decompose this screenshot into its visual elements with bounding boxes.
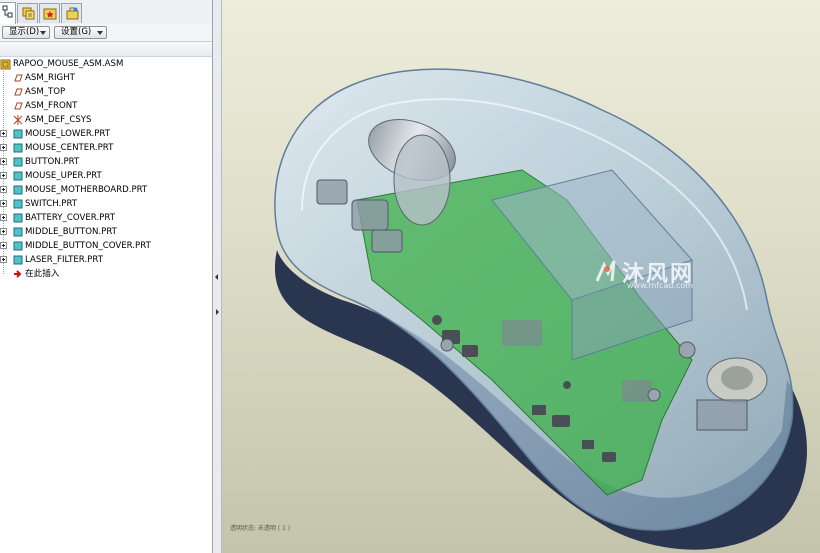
- tree-item-label: ASM_DEF_CSYS: [25, 115, 92, 125]
- tree-item-label: MOUSE_CENTER.PRT: [25, 143, 114, 153]
- tree-column-header: [0, 42, 212, 57]
- tree-item-part[interactable]: SWITCH.PRT: [0, 197, 212, 211]
- coordinate-system-icon: [13, 115, 23, 125]
- chevron-down-icon: [40, 31, 46, 35]
- settings-menu-label: 设置(G): [61, 27, 92, 37]
- expand-plus-icon[interactable]: [0, 158, 7, 165]
- part-icon: [13, 143, 23, 153]
- part-icon: [13, 199, 23, 209]
- settings-menu-button[interactable]: 设置(G): [54, 26, 107, 39]
- datum-plane-icon: [14, 102, 23, 110]
- datum-plane-icon: [14, 74, 23, 82]
- tree-item-label: BUTTON.PRT: [25, 157, 80, 167]
- tab-favorites[interactable]: [61, 3, 82, 23]
- expand-plus-icon[interactable]: [0, 172, 7, 179]
- tree-item-label: ASM_RIGHT: [25, 73, 75, 83]
- tree-item-label: MOUSE_UPER.PRT: [25, 171, 102, 181]
- tree-item-part[interactable]: MOUSE_UPER.PRT: [0, 169, 212, 183]
- tree-item-label: 在此插入: [25, 269, 60, 279]
- tree-item-label: MIDDLE_BUTTON.PRT: [25, 227, 117, 237]
- tree-item-label: ASM_TOP: [25, 87, 66, 97]
- tab-folder-browser[interactable]: [39, 3, 60, 23]
- chevron-down-icon: [97, 31, 103, 35]
- tab-model-tree[interactable]: [0, 2, 16, 24]
- model-tree-panel: 显示(D) 设置(G) RAPOO_MOUSE_ASM.ASM ASM_RIGH…: [0, 0, 213, 553]
- watermark-logo-icon: [595, 260, 616, 282]
- status-text: 透明状态: 未透明 ( 1 ): [230, 525, 291, 532]
- tree-item-label: MIDDLE_BUTTON_COVER.PRT: [25, 241, 151, 251]
- tree-item-part[interactable]: MOUSE_MOTHERBOARD.PRT: [0, 183, 212, 197]
- tree-item-part[interactable]: MOUSE_CENTER.PRT: [0, 141, 212, 155]
- expand-plus-icon[interactable]: [0, 130, 7, 137]
- tree-item-insert-here[interactable]: 在此插入: [0, 267, 212, 281]
- part-icon: [13, 185, 23, 195]
- graphics-viewport[interactable]: 沐风网 www.mfcad.com 透明状态: 未透明 ( 1 ): [222, 0, 820, 553]
- part-icon: [13, 241, 23, 251]
- part-icon: [13, 157, 23, 167]
- tree-item-datum[interactable]: ASM_RIGHT: [0, 71, 212, 85]
- part-icon: [13, 213, 23, 223]
- expand-plus-icon[interactable]: [0, 228, 7, 235]
- tree-item-label: LASER_FILTER.PRT: [25, 255, 103, 265]
- expand-plus-icon[interactable]: [0, 214, 7, 221]
- tree-item-label: BATTERY_COVER.PRT: [25, 213, 115, 223]
- tree-item-part[interactable]: BATTERY_COVER.PRT: [0, 211, 212, 225]
- insert-arrow-icon: [14, 270, 22, 278]
- tree-item-part[interactable]: BUTTON.PRT: [0, 155, 212, 169]
- tree-toolbar: 显示(D) 设置(G): [0, 24, 212, 42]
- collapse-left-icon[interactable]: [215, 274, 218, 280]
- expand-plus-icon[interactable]: [0, 144, 7, 151]
- tree-item-label: MOUSE_LOWER.PRT: [25, 129, 110, 139]
- part-icon: [13, 255, 23, 265]
- tree-item-datum[interactable]: ASM_FRONT: [0, 99, 212, 113]
- expand-plus-icon[interactable]: [0, 242, 7, 249]
- tree-item-part[interactable]: MOUSE_LOWER.PRT: [0, 127, 212, 141]
- tree-item-part[interactable]: MIDDLE_BUTTON_COVER.PRT: [0, 239, 212, 253]
- tree-item-part[interactable]: LASER_FILTER.PRT: [0, 253, 212, 267]
- show-menu-label: 显示(D): [9, 27, 40, 37]
- favorites-icon: [66, 7, 79, 20]
- part-icon: [13, 129, 23, 139]
- watermark-url: www.mfcad.com: [627, 281, 694, 290]
- tree-item-label: ASM_FRONT: [25, 101, 78, 111]
- expand-right-icon[interactable]: [216, 309, 219, 315]
- layers-icon: [22, 7, 35, 20]
- panel-splitter[interactable]: [213, 0, 222, 553]
- tree-item-part[interactable]: MIDDLE_BUTTON.PRT: [0, 225, 212, 239]
- tree-item-root[interactable]: RAPOO_MOUSE_ASM.ASM: [0, 57, 212, 71]
- tree-item-label: SWITCH.PRT: [25, 199, 78, 209]
- model-tree-icon: [2, 5, 13, 18]
- panel-tab-strip: [0, 0, 212, 25]
- mouse-model-render: [274, 68, 807, 550]
- part-icon: [13, 171, 23, 181]
- assembly-icon: [0, 59, 11, 70]
- folder-star-icon: [43, 8, 57, 20]
- tree-item-label: RAPOO_MOUSE_ASM.ASM: [13, 59, 124, 69]
- tree-item-datum[interactable]: ASM_TOP: [0, 85, 212, 99]
- show-menu-button[interactable]: 显示(D): [2, 26, 50, 39]
- tab-layers[interactable]: [17, 3, 38, 23]
- tree-item-csys[interactable]: ASM_DEF_CSYS: [0, 113, 212, 127]
- datum-plane-icon: [14, 88, 23, 96]
- expand-plus-icon[interactable]: [0, 256, 7, 263]
- tree-item-label: MOUSE_MOTHERBOARD.PRT: [25, 185, 148, 195]
- expand-plus-icon[interactable]: [0, 186, 7, 193]
- expand-plus-icon[interactable]: [0, 200, 7, 207]
- part-icon: [13, 227, 23, 237]
